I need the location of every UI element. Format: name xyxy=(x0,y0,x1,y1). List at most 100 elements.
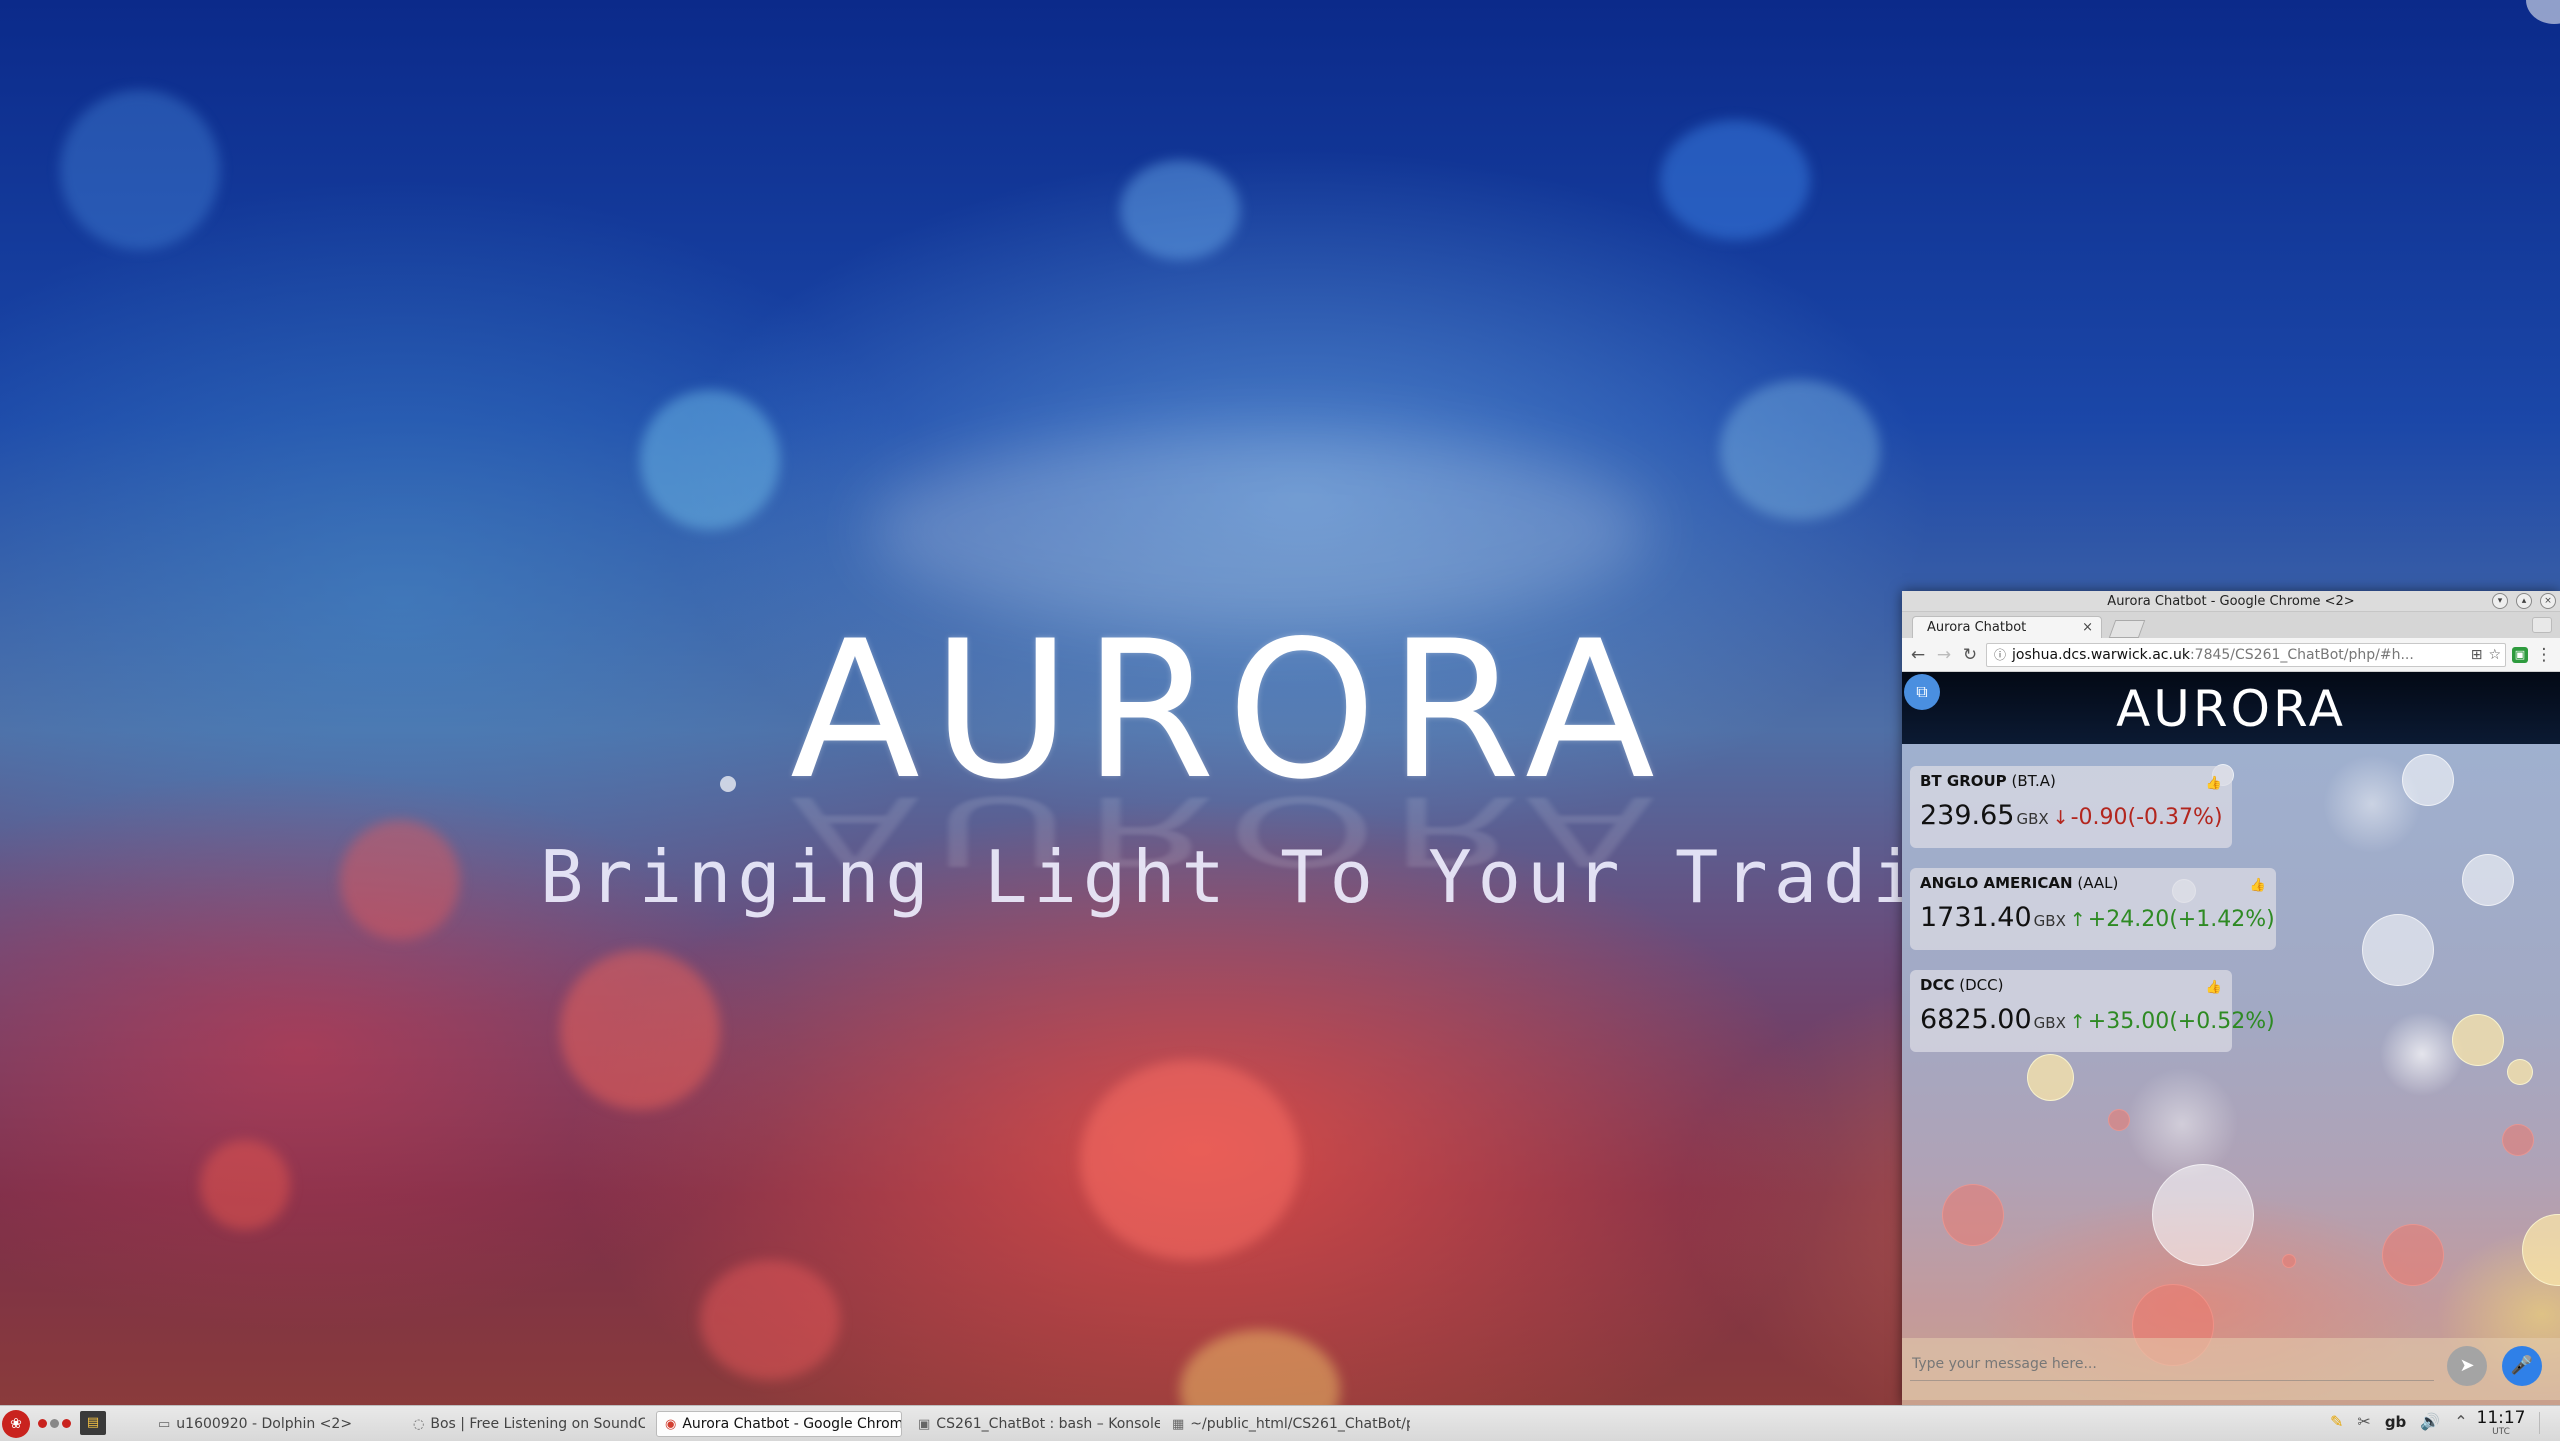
maximize-icon[interactable]: ▴ xyxy=(2516,593,2532,609)
thumbs-up-icon[interactable]: 👍 xyxy=(2250,878,2266,893)
notification-icon[interactable]: ✎ xyxy=(2330,1412,2343,1431)
task-label: ~/public_html/CS261_ChatBot/php xyxy=(1190,1416,1410,1432)
stock-price: 6825.00 xyxy=(1920,1004,2032,1035)
forward-icon[interactable]: → xyxy=(1934,645,1954,665)
stock-name: BT GROUP xyxy=(1920,772,2007,790)
bokeh-light xyxy=(60,90,220,250)
stock-ticker: (DCC) xyxy=(1959,976,2004,994)
app-launcher-icon[interactable]: ❀ xyxy=(2,1410,30,1438)
info-icon[interactable]: ⓘ xyxy=(1993,646,2007,663)
corner-hotspot-button[interactable] xyxy=(2526,0,2560,24)
clock-time: 11:17 xyxy=(2476,1408,2526,1428)
bokeh-light xyxy=(1660,120,1810,240)
terminal-icon: ▣ xyxy=(918,1416,931,1432)
minimize-icon[interactable]: ▾ xyxy=(2492,593,2508,609)
stock-currency: GBX xyxy=(2016,810,2049,828)
bokeh-orb xyxy=(2027,1054,2074,1101)
task-label: Bos | Free Listening on SoundClou xyxy=(430,1416,645,1432)
stock-card[interactable]: ANGLO AMERICAN (AAL) 👍 1731.40 GBX ↑ +24… xyxy=(1910,868,2276,950)
window-titlebar[interactable]: Aurora Chatbot - Google Chrome <2> ▾ ▴ × xyxy=(1902,591,2560,612)
bokeh-orb xyxy=(2152,1164,2254,1266)
task-label: CS261_ChatBot : bash – Konsole xyxy=(936,1416,1160,1432)
thumbs-up-icon[interactable]: 👍 xyxy=(2206,980,2222,995)
task-soundcloud[interactable]: ◌ Bos | Free Listening on SoundClou xyxy=(405,1411,645,1437)
volume-icon[interactable]: 🔊 xyxy=(2420,1412,2440,1431)
bokeh-orb xyxy=(2522,1214,2560,1286)
hero-dot xyxy=(720,776,736,792)
arrow-down-icon: ↓ xyxy=(2052,807,2069,829)
browser-toolbar: ← → ↻ ⓘ joshua.dcs.warwick.ac.uk:7845/CS… xyxy=(1902,638,2560,672)
stock-quote: 6825.00 GBX ↑ +35.00(+0.52%) xyxy=(1920,1004,2275,1035)
chrome-icon: ◉ xyxy=(665,1416,677,1432)
editor-icon: ▦ xyxy=(1172,1416,1185,1432)
message-input[interactable] xyxy=(1910,1348,2434,1381)
stock-name: DCC xyxy=(1920,976,1955,994)
stock-card[interactable]: BT GROUP (BT.A) 👍 239.65 GBX ↓ -0.90(-0.… xyxy=(1910,766,2232,848)
bokeh-light xyxy=(200,1140,290,1230)
tools-icon[interactable]: ✂ xyxy=(2357,1412,2370,1431)
stock-ticker: (BT.A) xyxy=(2011,772,2056,790)
bokeh-orb xyxy=(2452,1014,2504,1066)
reload-icon[interactable]: ↻ xyxy=(1960,645,1980,665)
stock-quote: 1731.40 GBX ↑ +24.20(+1.42%) xyxy=(1920,902,2275,933)
stock-card[interactable]: DCC (DCC) 👍 6825.00 GBX ↑ +35.00(+0.52%) xyxy=(1910,970,2275,1052)
address-bar[interactable]: ⓘ joshua.dcs.warwick.ac.uk:7845/CS261_Ch… xyxy=(1986,642,2506,667)
activities-icon[interactable] xyxy=(38,1419,71,1428)
hero-subtitle: Bringing Light To Your Tradi xyxy=(540,835,1922,919)
message-composer: ➤ 🎤 xyxy=(1902,1338,2560,1400)
page-header: AURORA ⧉ xyxy=(1902,672,2560,744)
close-icon[interactable]: × xyxy=(2540,593,2556,609)
quick-launch-icon[interactable]: ▤ xyxy=(80,1411,106,1435)
url-host: joshua.dcs.warwick.ac.uk xyxy=(2012,646,2190,663)
thumbs-up-icon[interactable]: 👍 xyxy=(2206,776,2222,791)
bookmark-star-icon[interactable]: ☆ xyxy=(2488,647,2501,663)
stock-price: 239.65 xyxy=(1920,800,2015,831)
stock-currency: GBX xyxy=(2033,1014,2066,1032)
translate-icon[interactable]: ⊞ xyxy=(2471,647,2483,663)
menu-kebab-icon[interactable]: ⋮ xyxy=(2534,645,2554,665)
tab-aurora-chatbot[interactable]: Aurora Chatbot × xyxy=(1912,616,2102,638)
stock-title: BT GROUP (BT.A) xyxy=(1920,772,2222,790)
bokeh-light xyxy=(1180,1330,1340,1405)
profile-icon[interactable] xyxy=(2532,617,2552,633)
window-controls: ▾ ▴ × xyxy=(2492,593,2556,609)
bokeh-orb xyxy=(2402,754,2454,806)
tab-title: Aurora Chatbot xyxy=(1927,620,2027,635)
clock-timezone: UTC xyxy=(2492,1427,2510,1437)
stock-change: +35.00(+0.52%) xyxy=(2087,1009,2275,1034)
show-desktop-button[interactable] xyxy=(2539,1412,2558,1434)
task-label: Aurora Chatbot - Google Chrome xyxy=(682,1416,902,1432)
bokeh-orb xyxy=(2507,1059,2533,1085)
stock-change: -0.90(-0.37%) xyxy=(2070,805,2223,830)
new-tab-button[interactable] xyxy=(2108,620,2146,638)
bokeh-orb xyxy=(2282,1254,2296,1268)
stock-change: +24.20(+1.42%) xyxy=(2087,907,2275,932)
chrome-window: Aurora Chatbot - Google Chrome <2> ▾ ▴ ×… xyxy=(1902,591,2560,1405)
omnibox-actions: ⊞ ☆ xyxy=(2471,647,2505,663)
bokeh-orb xyxy=(2108,1109,2130,1131)
stock-currency: GBX xyxy=(2033,912,2066,930)
stock-ticker: (AAL) xyxy=(2077,874,2119,892)
bokeh-light xyxy=(1080,1060,1300,1260)
url-path: :7845/CS261_ChatBot/php/#h... xyxy=(2189,646,2414,663)
bokeh-orb xyxy=(2362,914,2434,986)
task-chrome[interactable]: ◉ Aurora Chatbot - Google Chrome xyxy=(656,1411,902,1437)
back-icon[interactable]: ← xyxy=(1908,645,1928,665)
tab-strip: Aurora Chatbot × xyxy=(1902,612,2560,638)
stock-title: DCC (DCC) xyxy=(1920,976,2222,994)
folder-icon: ▭ xyxy=(158,1416,171,1432)
send-icon[interactable]: ➤ xyxy=(2447,1346,2487,1386)
keyboard-layout[interactable]: gb xyxy=(2385,1413,2406,1431)
microphone-icon[interactable]: 🎤 xyxy=(2502,1346,2542,1386)
task-label: u1600920 - Dolphin <2> xyxy=(176,1416,353,1432)
task-dolphin[interactable]: ▭ u1600920 - Dolphin <2> xyxy=(150,1411,400,1437)
extension-icon[interactable]: ▣ xyxy=(2512,646,2528,663)
system-tray: ✎ ✂ gb 🔊 ⌃ xyxy=(2330,1412,2468,1431)
task-editor[interactable]: ▦ ~/public_html/CS261_ChatBot/php xyxy=(1164,1411,1410,1437)
soundcloud-icon: ◌ xyxy=(413,1416,425,1432)
expand-icon[interactable]: ⧉ xyxy=(1904,674,1940,710)
arrow-up-icon: ↑ xyxy=(2069,1011,2086,1033)
tab-close-icon[interactable]: × xyxy=(2082,620,2093,635)
clock[interactable]: 11:17 UTC xyxy=(2466,1408,2536,1437)
task-konsole[interactable]: ▣ CS261_ChatBot : bash – Konsole xyxy=(910,1411,1160,1437)
